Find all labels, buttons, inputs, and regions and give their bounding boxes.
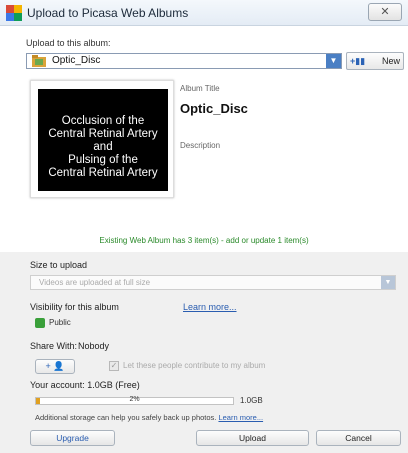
description-field[interactable] bbox=[180, 153, 390, 193]
new-album-label: New bbox=[382, 56, 401, 66]
album-folder-icon bbox=[32, 55, 46, 67]
cover-text-line: Occlusion of the bbox=[61, 115, 145, 127]
picasa-app-icon bbox=[6, 5, 22, 21]
storage-learn-more-link[interactable]: Learn more... bbox=[218, 413, 263, 422]
cover-text-line: Pulsing of the bbox=[68, 154, 138, 166]
title-bar: Upload to Picasa Web Albums ✕ bbox=[0, 0, 408, 26]
existing-album-note: Existing Web Album has 3 item(s) - add o… bbox=[99, 236, 309, 245]
account-label: Your account: 1.0GB (Free) bbox=[30, 380, 140, 390]
cancel-button[interactable]: Cancel bbox=[316, 430, 401, 446]
album-select[interactable]: Optic_Disc ▼ bbox=[26, 53, 342, 69]
cover-text-line: Central Retinal Artery bbox=[48, 167, 158, 179]
selected-album-value: Optic_Disc bbox=[52, 55, 101, 66]
visibility-learn-more-link[interactable]: Learn more... bbox=[183, 302, 237, 312]
size-heading: Size to upload bbox=[30, 260, 88, 270]
cover-text-line: and bbox=[93, 141, 113, 153]
storage-info: Additional storage can help you safely b… bbox=[35, 413, 263, 422]
album-cover-frame: Occlusion of the Central Retinal Artery … bbox=[30, 80, 174, 198]
visibility-value: Public bbox=[49, 318, 71, 327]
contribute-checkbox[interactable]: ✓ bbox=[109, 361, 119, 371]
chevron-down-icon: ▼ bbox=[381, 276, 395, 289]
upload-button[interactable]: Upload bbox=[196, 430, 309, 446]
cover-text-line: Central Retinal Artery bbox=[48, 128, 158, 140]
public-icon[interactable] bbox=[35, 318, 45, 328]
share-value: Nobody bbox=[78, 341, 110, 351]
contribute-label: Let these people contribute to my album bbox=[123, 361, 266, 370]
storage-usage-percent: 2% bbox=[129, 396, 140, 403]
close-button[interactable]: ✕ bbox=[368, 3, 402, 21]
visibility-heading: Visibility for this album bbox=[30, 302, 119, 312]
storage-usage-bar: 2% bbox=[35, 396, 234, 405]
album-title-field[interactable]: Optic_Disc bbox=[180, 101, 248, 116]
share-heading: Share With: bbox=[30, 341, 78, 351]
size-select: Videos are uploaded at full size ▼ bbox=[30, 275, 396, 290]
album-title-label: Album Title bbox=[180, 84, 220, 93]
new-album-button[interactable]: +▮▮ New bbox=[346, 52, 404, 70]
upload-to-album-label: Upload to this album: bbox=[26, 38, 111, 48]
storage-info-text: Additional storage can help you safely b… bbox=[35, 413, 217, 422]
add-people-button[interactable]: + 👤 bbox=[35, 359, 75, 374]
size-select-value: Videos are uploaded at full size bbox=[39, 278, 151, 287]
add-album-icon: +▮▮ bbox=[350, 56, 366, 66]
chevron-down-icon[interactable]: ▼ bbox=[326, 54, 341, 68]
window-title: Upload to Picasa Web Albums bbox=[27, 6, 189, 20]
upgrade-button[interactable]: Upgrade bbox=[30, 430, 115, 446]
storage-capacity: 1.0GB bbox=[240, 396, 263, 405]
album-cover-image: Occlusion of the Central Retinal Artery … bbox=[38, 89, 168, 191]
description-label: Description bbox=[180, 141, 221, 150]
